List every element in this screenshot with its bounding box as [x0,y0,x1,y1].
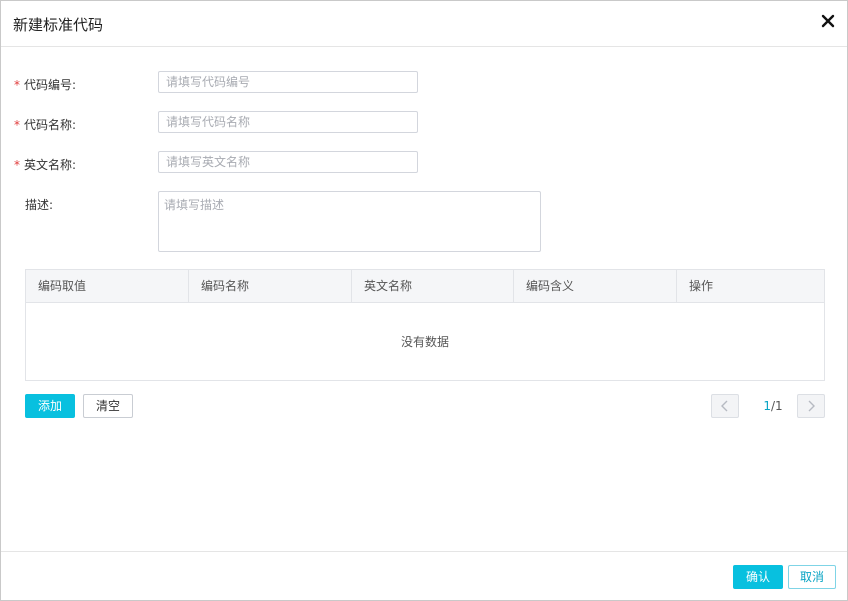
english-name-label: * 英文名称: [14,158,77,172]
dialog-header: 新建标准代码 [1,1,847,47]
form-row-code-name: * 代码名称: [1,111,848,135]
form-row-english-name: * 英文名称: [1,151,848,175]
english-name-input[interactable] [158,151,418,173]
add-button[interactable]: 添加 [25,394,75,418]
code-name-label: * 代码名称: [14,118,77,132]
code-number-label: * 代码编号: [14,78,77,92]
code-name-input[interactable] [158,111,418,133]
description-textarea[interactable] [158,191,541,252]
chevron-right-icon [808,400,815,412]
cancel-button[interactable]: 取消 [788,565,836,589]
required-mark: * [14,158,20,172]
form-row-code-number: * 代码编号: [1,71,848,95]
column-header-code-value: 编码取值 [26,270,189,302]
code-values-table: 编码取值 编码名称 英文名称 编码含义 操作 没有数据 [25,269,825,381]
next-page-button[interactable] [797,394,825,418]
required-mark: * [14,118,20,132]
table-empty-text: 没有数据 [400,334,449,349]
dialog-title: 新建标准代码 [13,16,104,34]
page-indicator: 1/1 [751,399,795,413]
close-button[interactable] [819,12,837,30]
close-icon [821,14,835,28]
dialog-footer: 确认 取消 [1,551,847,600]
column-header-code-meaning: 编码含义 [514,270,677,302]
prev-page-button[interactable] [711,394,739,418]
new-standard-code-dialog: 新建标准代码 *代码编号: *代码名称: *英文名称: 描述: 编码取值 编码名… [0,0,848,601]
chevron-left-icon [721,400,728,412]
table-header: 编码取值 编码名称 英文名称 编码含义 操作 [26,270,824,303]
column-header-english-name: 英文名称 [352,270,514,302]
column-header-code-name: 编码名称 [189,270,352,302]
column-header-actions: 操作 [689,279,714,293]
required-mark: * [14,78,20,92]
confirm-button[interactable]: 确认 [733,565,783,589]
description-label: 描述: [25,198,54,212]
total-pages: /1 [770,399,783,413]
code-number-input[interactable] [158,71,418,93]
current-page: 1 [763,399,771,413]
clear-button[interactable]: 清空 [83,394,133,418]
